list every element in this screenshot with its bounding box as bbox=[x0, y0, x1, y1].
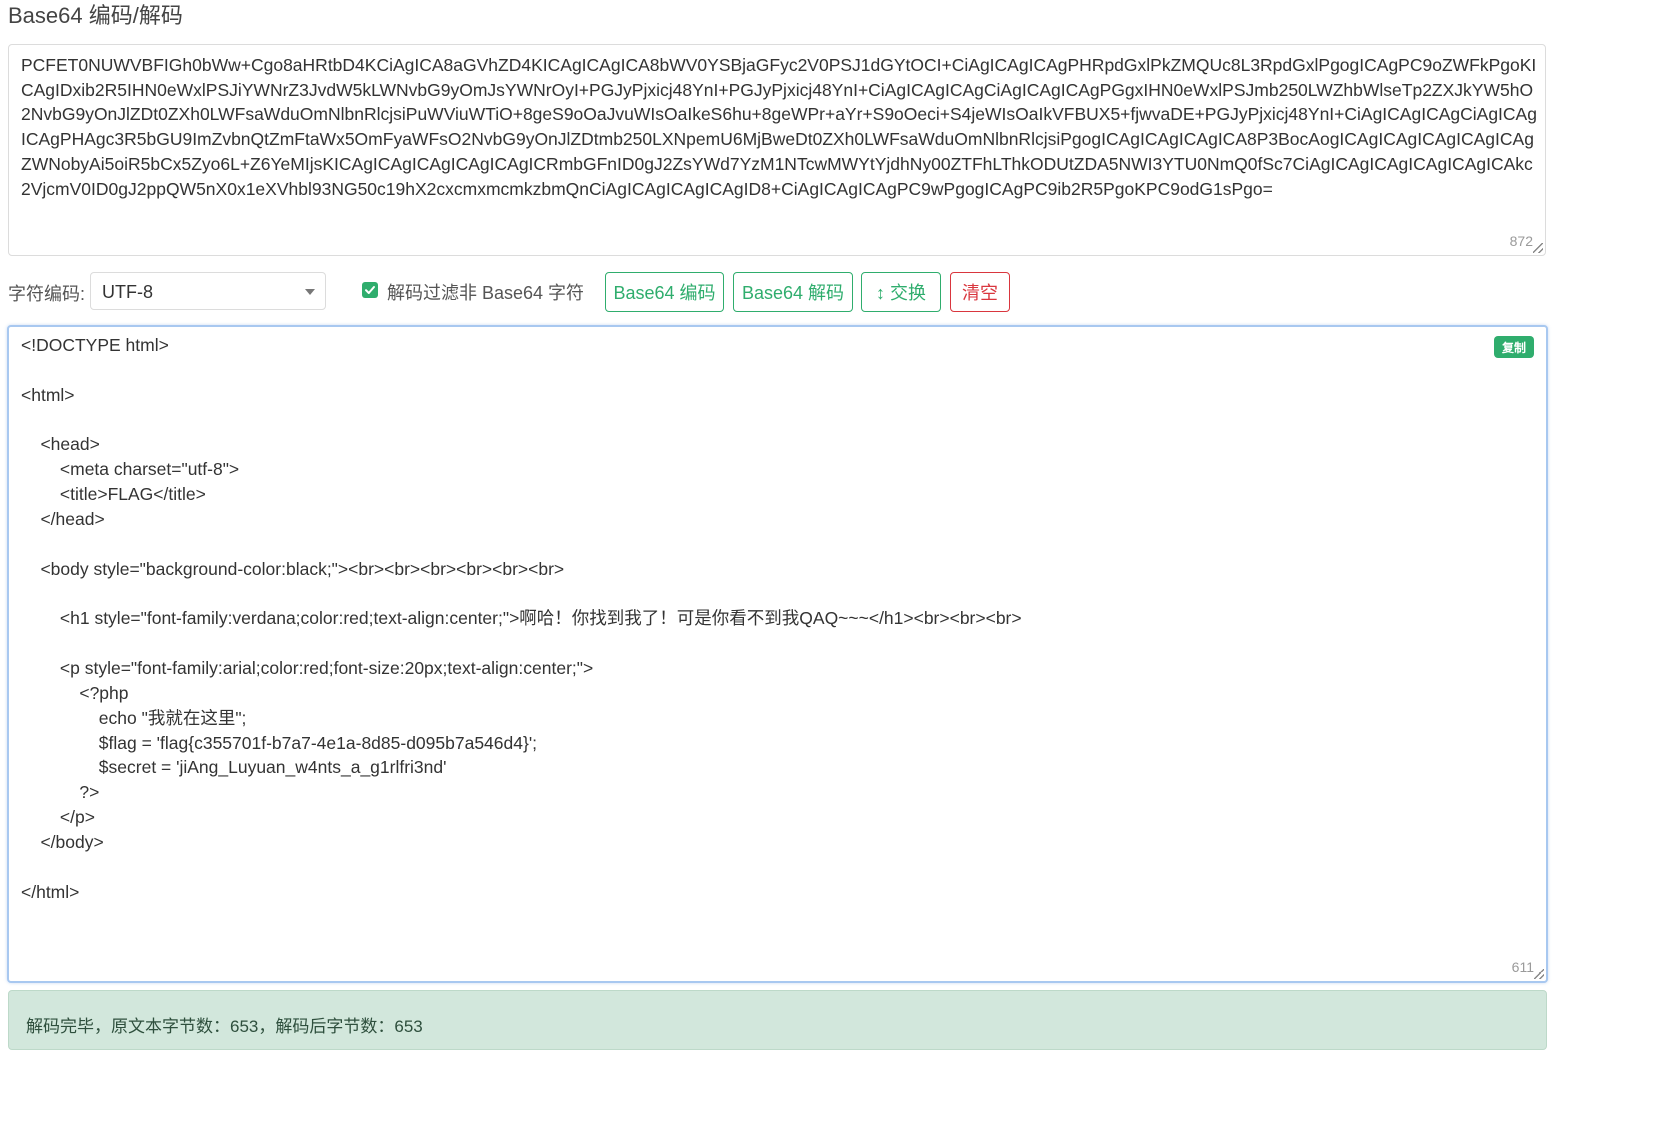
input-char-count: 872 bbox=[1509, 233, 1533, 249]
status-text: 解码完毕，原文本字节数：653，解码后字节数：653 bbox=[26, 1017, 423, 1036]
status-alert: 解码完毕，原文本字节数：653，解码后字节数：653 bbox=[8, 990, 1547, 1050]
resize-handle-icon[interactable] bbox=[1534, 969, 1544, 979]
decoded-output-textarea[interactable]: <!DOCTYPE html> <html> <head> <meta char… bbox=[7, 325, 1548, 983]
encoding-label: 字符编码: bbox=[8, 284, 86, 304]
input-text[interactable]: PCFET0NUWVBFIGh0bWw+Cgo8aHRtbD4KCiAgICA8… bbox=[21, 53, 1537, 243]
base64-input-textarea[interactable]: PCFET0NUWVBFIGh0bWw+Cgo8aHRtbD4KCiAgICA8… bbox=[8, 44, 1546, 256]
filter-label: 解码过滤非 Base64 字符 bbox=[387, 283, 585, 303]
control-bar: 字符编码: UTF-8 解码过滤非 Base64 字符 Base64 编码 Ba… bbox=[8, 272, 1548, 312]
chevron-down-icon bbox=[305, 289, 315, 295]
filter-checkbox[interactable] bbox=[362, 282, 378, 298]
resize-handle-icon[interactable] bbox=[1533, 243, 1543, 253]
swap-button[interactable]: ↕ 交换 bbox=[861, 272, 941, 312]
encoding-select[interactable]: UTF-8 bbox=[90, 272, 326, 310]
clear-button[interactable]: 清空 bbox=[950, 272, 1010, 312]
base64-decode-button[interactable]: Base64 解码 bbox=[733, 272, 853, 312]
page-title: Base64 编码/解码 bbox=[8, 3, 183, 28]
base64-encode-button[interactable]: Base64 编码 bbox=[605, 272, 724, 312]
checkmark-icon bbox=[365, 286, 375, 294]
output-char-count: 611 bbox=[1511, 959, 1534, 975]
output-text[interactable]: <!DOCTYPE html> <html> <head> <meta char… bbox=[21, 333, 1521, 904]
encoding-select-value: UTF-8 bbox=[102, 282, 153, 302]
copy-button[interactable]: 复制 bbox=[1494, 336, 1534, 358]
